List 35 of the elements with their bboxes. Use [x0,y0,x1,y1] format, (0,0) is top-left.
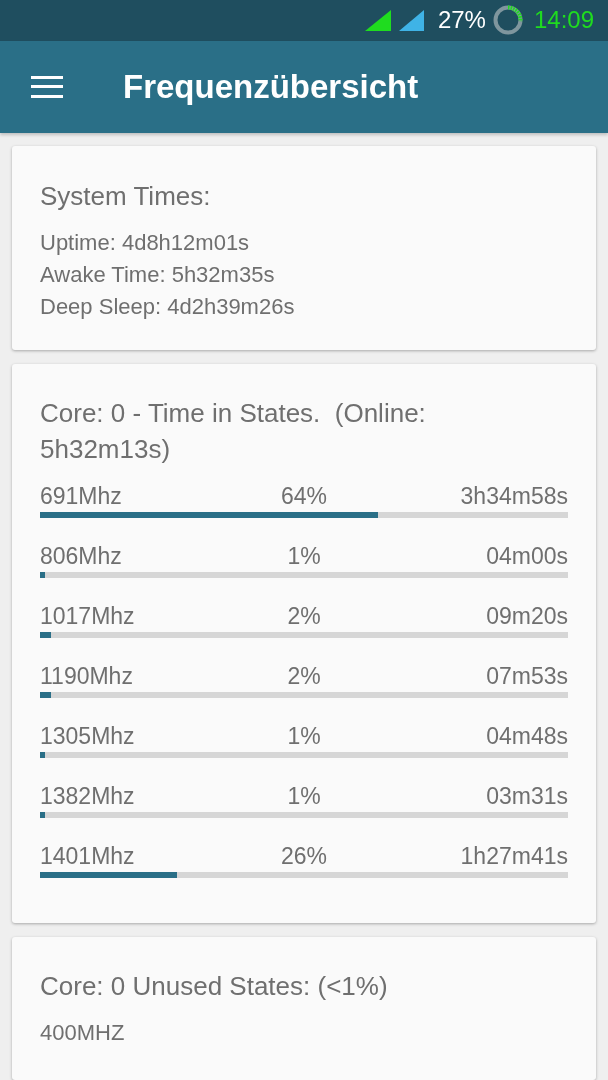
frequency-label: 1382Mhz [40,782,135,810]
frequency-label: 1190Mhz [40,662,133,690]
frequency-label: 1305Mhz [40,722,135,750]
percent-label: 1% [287,782,321,810]
percent-label: 1% [287,722,321,750]
card-title: Core: 0 Unused States: (<1%) [40,970,389,1003]
percent-label: 2% [287,602,321,630]
app-title: Frequenzübersicht [123,70,419,104]
duration-label: 09m20s [486,602,568,630]
signal-icon [398,9,424,31]
percent-label: 1% [287,542,321,570]
card-title: System Times: [40,180,212,213]
frequency-label: 1401Mhz [40,842,135,870]
frequency-label: 400MHZ [40,1019,126,1047]
duration-label: 04m00s [486,542,568,570]
card-title: Core: 0 - Time in States. (Online: 5h32m13s) [40,397,427,466]
duration-label: 07m53s [486,662,568,690]
percent-label: 64% [280,482,327,510]
percent-label: 26% [280,842,327,870]
clock-time: 14:09 [533,8,594,33]
duration-label: 04m48s [486,722,568,750]
battery-percent: 27% [437,8,486,33]
frequency-label: 1017Mhz [40,602,135,630]
duration-label: 03m31s [486,782,568,810]
frequency-label: 691Mhz [40,482,122,510]
signal-icon [364,9,391,31]
frequency-label: 806Mhz [40,542,122,570]
percent-label: 2% [287,662,321,690]
system-time-text: Deep Sleep: 4d2h39m26s [40,293,296,321]
menu-icon[interactable] [31,75,63,98]
duration-label: 1h27m41s [460,842,568,870]
system-time-text: Uptime: 4d8h12m01s [40,229,251,257]
system-time-text: Awake Time: 5h32m35s [40,261,276,289]
duration-label: 3h34m58s [460,482,568,510]
battery-ring-icon [492,5,523,36]
